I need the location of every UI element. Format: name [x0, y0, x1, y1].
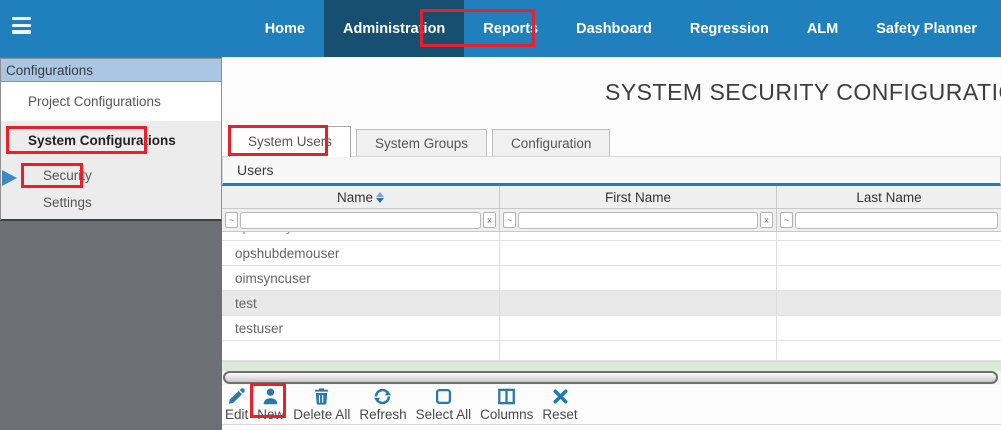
tab-strip: System Users System Groups Configuration — [229, 126, 610, 157]
main-content: SYSTEM SECURITY CONFIGURATIONS System Us… — [222, 57, 1001, 430]
select-all-button[interactable]: Select All — [416, 387, 472, 422]
scrollbar-track — [222, 361, 1001, 371]
sidebar-item-system-configurations[interactable]: System Configurations — [1, 121, 221, 160]
table-filter-row: ~ x ~ x ~ — [222, 209, 1001, 232]
edit-button[interactable]: Edit — [225, 387, 248, 422]
x-icon — [551, 387, 570, 406]
filter-operator-button[interactable]: ~ — [780, 212, 793, 228]
column-header-last-name[interactable]: Last Name — [777, 186, 1001, 208]
filter-cell-last-name: ~ — [777, 209, 1001, 231]
table-row[interactable]: test — [222, 291, 1001, 316]
nav-item-safety-planner[interactable]: Safety Planner — [857, 0, 996, 57]
table-row-empty — [222, 341, 1001, 361]
nav-item-dashboard[interactable]: Dashboard — [557, 0, 671, 57]
page-title: SYSTEM SECURITY CONFIGURATIONS — [605, 79, 1001, 106]
reset-button[interactable]: Reset — [542, 387, 577, 422]
columns-button[interactable]: Columns — [480, 387, 533, 422]
refresh-button-label: Refresh — [359, 407, 406, 422]
nav-item-home[interactable]: Home — [246, 0, 324, 57]
user-name: opshubdemouser — [222, 241, 500, 265]
refresh-icon — [373, 387, 392, 406]
trash-icon — [312, 387, 331, 406]
users-panel: Users Name First Name Last Name ~ — [222, 156, 1001, 385]
sort-icon[interactable] — [376, 192, 384, 203]
filter-operator-button[interactable]: ~ — [503, 212, 516, 228]
table-header-row: Name First Name Last Name — [222, 186, 1001, 209]
filter-cell-name: ~ x — [222, 209, 500, 231]
delete-all-button-label: Delete All — [293, 407, 350, 422]
panel-title: Users — [222, 156, 1001, 186]
pencil-icon — [227, 387, 246, 406]
column-header-first-name-label: First Name — [605, 190, 671, 205]
scrollbar-thumb[interactable] — [223, 371, 998, 384]
user-name: testuser — [222, 316, 500, 340]
select-all-button-label: Select All — [416, 407, 472, 422]
top-navbar: Home Administration Reports Dashboard Re… — [0, 0, 1001, 57]
square-icon — [434, 387, 453, 406]
new-button[interactable]: New — [257, 387, 284, 422]
filter-operator-button[interactable]: ~ — [225, 212, 238, 228]
column-header-first-name[interactable]: First Name — [500, 186, 777, 208]
column-header-last-name-label: Last Name — [856, 190, 921, 205]
reset-button-label: Reset — [542, 407, 577, 422]
tab-configuration[interactable]: Configuration — [492, 129, 610, 157]
table-row[interactable]: opshubsyncuser — [222, 232, 1001, 241]
table-toolbar: Edit New Delete All — [225, 387, 578, 422]
toolbar-separator — [222, 424, 1001, 425]
horizontal-scrollbar[interactable] — [222, 371, 1001, 385]
edit-button-label: Edit — [225, 407, 248, 422]
sidebar-item-security[interactable]: Security — [1, 160, 221, 191]
app-window: Home Administration Reports Dashboard Re… — [0, 0, 1001, 430]
table-row[interactable]: opshubdemouser — [222, 241, 1001, 266]
column-header-name-label: Name — [337, 190, 373, 205]
first-name-filter-input[interactable] — [518, 212, 758, 229]
table-row[interactable]: oimsyncuser — [222, 266, 1001, 291]
sidebar: Configurations Project Configurations Sy… — [0, 57, 222, 430]
nav-item-reports[interactable]: Reports — [464, 0, 557, 57]
user-name: test — [222, 291, 500, 315]
hamburger-menu-icon[interactable] — [12, 17, 31, 37]
nav-item-alm[interactable]: ALM — [788, 0, 857, 57]
refresh-button[interactable]: Refresh — [359, 387, 406, 422]
nav-item-administration[interactable]: Administration — [324, 0, 464, 57]
filter-clear-button[interactable]: x — [760, 212, 773, 228]
nav-item-regression[interactable]: Regression — [671, 0, 788, 57]
user-name: oimsyncuser — [222, 266, 500, 290]
sidebar-panel: Configurations Project Configurations Sy… — [0, 58, 222, 221]
name-filter-input[interactable] — [240, 212, 481, 229]
sidebar-header: Configurations — [1, 59, 221, 82]
delete-all-button[interactable]: Delete All — [293, 387, 350, 422]
current-item-arrow-icon — [2, 170, 17, 186]
tab-system-groups[interactable]: System Groups — [356, 129, 487, 157]
table-row[interactable]: testuser — [222, 316, 1001, 341]
sidebar-item-project-configurations[interactable]: Project Configurations — [1, 82, 221, 121]
user-icon — [261, 387, 280, 406]
last-name-filter-input[interactable] — [795, 212, 998, 229]
user-name: opshubsyncuser — [235, 232, 333, 234]
tab-system-users[interactable]: System Users — [229, 126, 351, 157]
filter-clear-button[interactable]: x — [483, 212, 496, 228]
column-header-name[interactable]: Name — [222, 186, 500, 208]
new-button-label: New — [257, 407, 284, 422]
filter-cell-first-name: ~ x — [500, 209, 777, 231]
columns-button-label: Columns — [480, 407, 533, 422]
columns-icon — [497, 387, 516, 406]
sidebar-item-settings[interactable]: Settings — [1, 191, 221, 219]
